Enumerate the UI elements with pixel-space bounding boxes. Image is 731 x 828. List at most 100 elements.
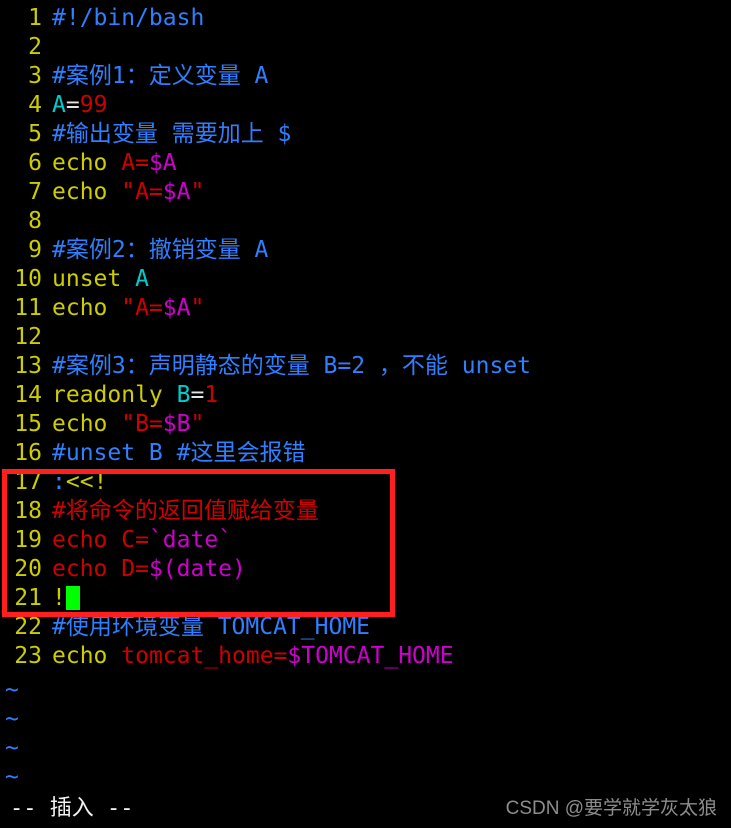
line-number: 23: [14, 643, 42, 669]
line-number: 13: [14, 353, 42, 379]
code-token: A: [135, 266, 149, 292]
code-token: #输出变量 需要加上 $: [52, 121, 292, 147]
line-text: #输出变量 需要加上 $: [42, 120, 291, 149]
line-number: 19: [14, 527, 42, 553]
line-number: 4: [28, 92, 42, 118]
line-text: echo tomcat_home=$TOMCAT_HOME: [42, 642, 454, 671]
line-text: echo "A=$A": [42, 178, 204, 207]
code-buffer[interactable]: 1 #!/bin/bash 2 3 #案例1：定义变量 A 4 A=99 5 #输出变量 需要加…: [0, 4, 731, 671]
code-line[interactable]: 14 readonly B=1: [0, 381, 731, 410]
line-text: echo C=`date`: [42, 526, 232, 555]
code-token: echo: [52, 295, 122, 321]
line-number: 11: [14, 295, 42, 321]
line-number: 1: [28, 5, 42, 31]
line-number: 14: [14, 382, 42, 408]
line-text: #案例3：声明静态的变量 B=2 ，不能 unset: [42, 352, 531, 381]
code-token: "B=: [121, 411, 163, 437]
code-line[interactable]: 23 echo tomcat_home=$TOMCAT_HOME: [0, 642, 731, 671]
code-token: echo: [52, 150, 122, 176]
code-line[interactable]: 6 echo A=$A: [0, 149, 731, 178]
line-text: #!/bin/bash: [42, 4, 204, 33]
line-text: #将命令的返回值赋给变量: [42, 497, 319, 526]
text-cursor: [65, 586, 80, 610]
code-token: $(date): [148, 556, 246, 582]
line-number: 9: [28, 237, 42, 263]
line-number: 10: [14, 266, 42, 292]
empty-line-marker: ~: [5, 677, 19, 703]
vim-status-line: -- 插入 -- CSDN @要学就学灰太狼: [0, 794, 731, 824]
code-token: echo: [52, 643, 122, 669]
line-text: echo D=$(date): [42, 555, 246, 584]
code-line[interactable]: 12: [0, 323, 731, 352]
line-text: :<<!: [42, 468, 107, 497]
code-token: echo: [52, 179, 122, 205]
code-token: #!/bin/bash: [52, 5, 205, 31]
code-line[interactable]: 19 echo C=`date`: [0, 526, 731, 555]
line-text: echo "B=$B": [42, 410, 204, 439]
code-token: $A: [162, 295, 191, 321]
code-token: #案例3：声明静态的变量 B=2 ，不能 unset: [52, 353, 532, 379]
line-number: 22: [14, 614, 42, 640]
line-number: 20: [14, 556, 42, 582]
code-line[interactable]: 9 #案例2：撤销变量 A: [0, 236, 731, 265]
code-token: =: [190, 382, 205, 408]
code-token: unset: [52, 266, 136, 292]
code-token: =: [65, 92, 80, 118]
code-token: echo C=: [52, 527, 149, 553]
vim-editor-window[interactable]: 1 #!/bin/bash 2 3 #案例1：定义变量 A 4 A=99 5 #输出变量 需要加…: [0, 0, 731, 828]
code-token: 1: [204, 382, 219, 408]
line-number: 3: [28, 63, 42, 89]
line-number: 17: [14, 469, 42, 495]
code-line[interactable]: 4 A=99: [0, 91, 731, 120]
line-number: 2: [28, 34, 42, 60]
code-token: A: [52, 92, 66, 118]
line-text: !: [42, 584, 80, 613]
line-number: 12: [14, 324, 42, 350]
code-token: echo D=: [52, 556, 149, 582]
code-token: <<!: [65, 469, 108, 495]
line-number: 6: [28, 150, 42, 176]
line-number: 15: [14, 411, 42, 437]
code-line[interactable]: 20 echo D=$(date): [0, 555, 731, 584]
code-token: "A=: [121, 295, 163, 321]
code-line[interactable]: 5 #输出变量 需要加上 $: [0, 120, 731, 149]
code-token: A=: [121, 150, 149, 176]
code-token: echo: [52, 411, 122, 437]
code-line[interactable]: 22 #使用环境变量 TOMCAT_HOME: [0, 613, 731, 642]
code-line[interactable]: 10 unset A: [0, 265, 731, 294]
line-text: #使用环境变量 TOMCAT_HOME: [42, 613, 370, 642]
code-line[interactable]: 16 #unset B #这里会报错: [0, 439, 731, 468]
line-text: #unset B #这里会报错: [42, 439, 305, 468]
code-token: $TOMCAT_HOME: [287, 643, 454, 669]
code-line[interactable]: 13 #案例3：声明静态的变量 B=2 ，不能 unset: [0, 352, 731, 381]
code-line[interactable]: 7 echo "A=$A": [0, 178, 731, 207]
empty-line-marker: ~: [5, 764, 19, 790]
code-line[interactable]: 8: [0, 207, 731, 236]
code-token: `date`: [148, 527, 233, 553]
line-text: #案例1：定义变量 A: [42, 62, 268, 91]
code-line[interactable]: 11 echo "A=$A": [0, 294, 731, 323]
code-token: ": [190, 411, 205, 437]
code-token: #将命令的返回值赋给变量: [52, 498, 319, 524]
code-token: $A: [148, 150, 177, 176]
code-token: 99: [79, 92, 108, 118]
line-number: 8: [28, 208, 42, 234]
code-token: tomcat_home=: [121, 643, 288, 669]
line-text: echo "A=$A": [42, 294, 204, 323]
line-number: 18: [14, 498, 42, 524]
code-line[interactable]: 18 #将命令的返回值赋给变量: [0, 497, 731, 526]
code-line[interactable]: 1 #!/bin/bash: [0, 4, 731, 33]
code-line[interactable]: 21!: [0, 584, 731, 613]
code-token: "A=: [121, 179, 163, 205]
code-line[interactable]: 15 echo "B=$B": [0, 410, 731, 439]
code-token: #unset B #这里会报错: [52, 440, 306, 466]
code-line[interactable]: 17:<<!: [0, 468, 731, 497]
code-token: #案例2：撤销变量 A: [52, 237, 269, 263]
code-token: ": [190, 295, 205, 321]
line-text: echo A=$A: [42, 149, 177, 178]
code-line[interactable]: 3 #案例1：定义变量 A: [0, 62, 731, 91]
line-text: A=99: [42, 91, 107, 120]
code-token: !: [52, 585, 66, 611]
code-line[interactable]: 2: [0, 33, 731, 62]
line-text: #案例2：撤销变量 A: [42, 236, 268, 265]
